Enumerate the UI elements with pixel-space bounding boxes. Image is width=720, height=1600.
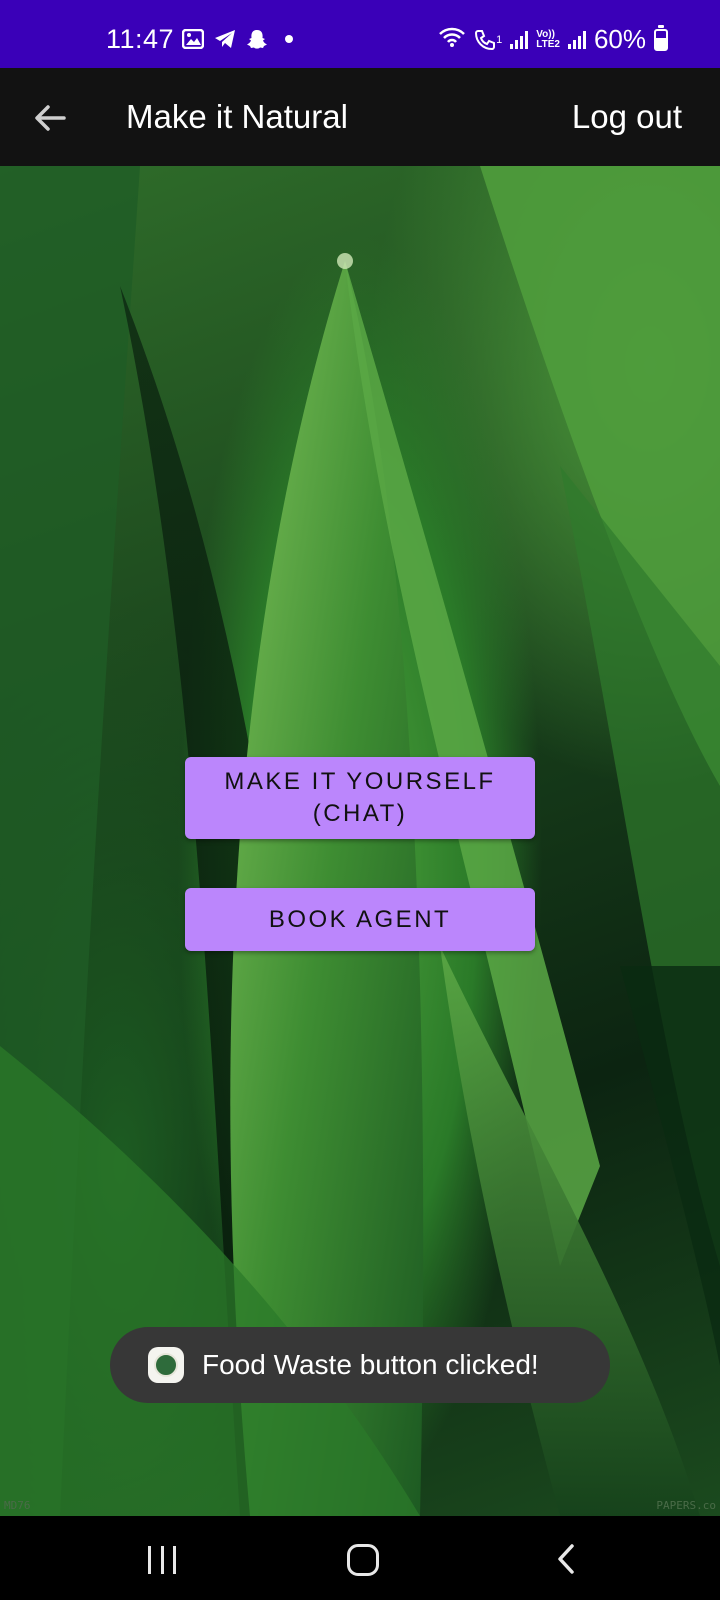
battery-percent: 60% (593, 24, 646, 54)
status-time: 11:47 (106, 24, 175, 54)
back-icon[interactable] (556, 1544, 576, 1574)
lte-label: LTE2 (536, 38, 560, 50)
dot-icon (278, 28, 300, 50)
signal-icon (567, 30, 586, 49)
watermark-left: MD76 (4, 1499, 31, 1512)
toast-notification: Food Waste button clicked! (110, 1327, 610, 1403)
grass-blades-illustration (0, 166, 720, 1516)
app-bar: Make it Natural Log out (0, 68, 720, 166)
signal-icon (510, 30, 529, 49)
watermark-right: PAPERS.co (656, 1499, 716, 1512)
telegram-icon (214, 28, 236, 50)
book-agent-button[interactable]: BOOK AGENT (185, 888, 535, 951)
wifi-icon (438, 24, 466, 55)
volte-call-icon: 1 (474, 29, 502, 51)
app-logo-icon (148, 1347, 184, 1383)
arrow-left-icon[interactable] (30, 98, 70, 138)
page-title: Make it Natural (126, 98, 348, 135)
volte-label: Vo)) (536, 28, 555, 40)
battery-level (656, 37, 666, 49)
navigation-bar (0, 1516, 720, 1600)
system-icons: 1 Vo)) LTE2 60% (438, 24, 668, 55)
status-bar: 11:47 1 Vo)) LTE2 60% (0, 0, 720, 68)
battery-icon (654, 24, 668, 51)
home-icon[interactable] (347, 1544, 379, 1576)
make-it-yourself-chat-button[interactable]: MAKE IT YOURSELF (CHAT) (185, 757, 535, 839)
recent-apps-icon[interactable] (148, 1546, 176, 1574)
snapchat-icon (246, 28, 268, 50)
background-image: MD76 PAPERS.co (0, 166, 720, 1516)
volte-lte2-icon: Vo)) LTE2 (536, 28, 560, 50)
notification-icons (182, 26, 300, 52)
toast-message: Food Waste button clicked! (202, 1349, 539, 1380)
sim1-label: 1 (496, 33, 503, 46)
gallery-icon (182, 28, 204, 50)
logout-button[interactable]: Log out (572, 98, 682, 136)
